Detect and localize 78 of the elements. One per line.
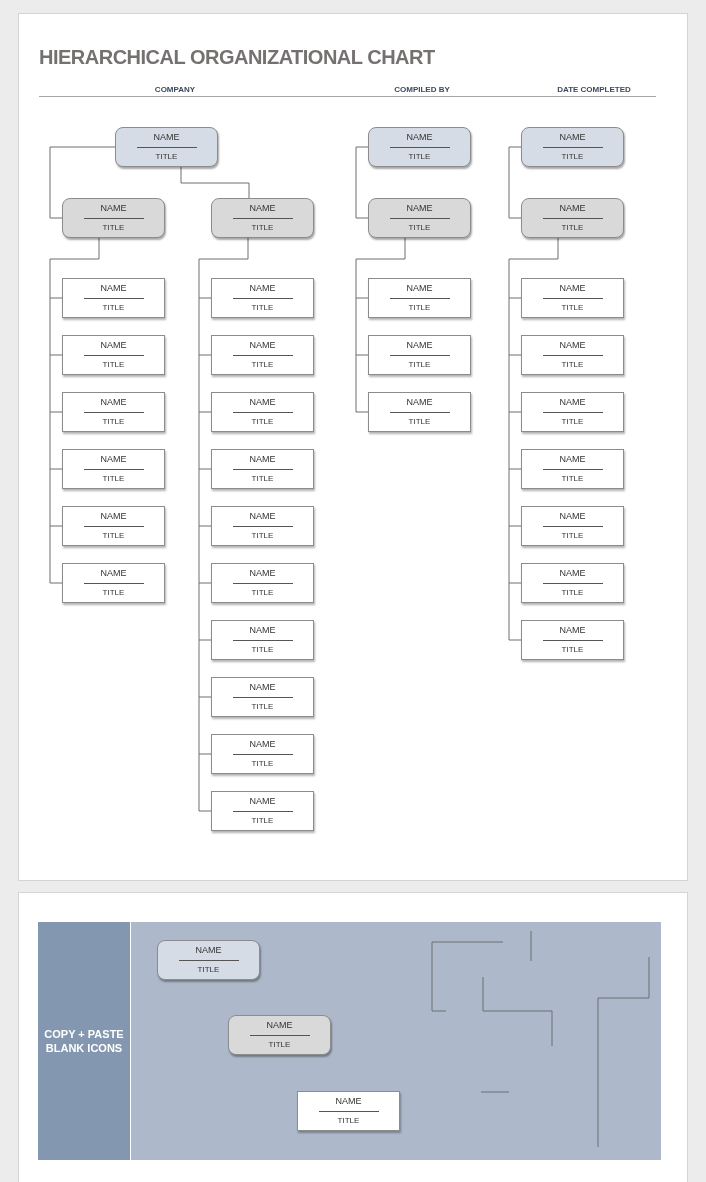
node-title: TITLE <box>408 360 431 370</box>
node-name: NAME <box>406 340 433 351</box>
node-name: NAME <box>335 1096 362 1107</box>
node-title: TITLE <box>561 360 584 370</box>
node-title: TITLE <box>102 588 125 598</box>
node-name: NAME <box>266 1020 293 1031</box>
node-name: NAME <box>249 454 276 465</box>
node-title: TITLE <box>561 531 584 541</box>
node-name: NAME <box>100 568 127 579</box>
node-name: NAME <box>100 340 127 351</box>
node-name: NAME <box>249 397 276 408</box>
field-label: COMPILED BY <box>394 84 450 96</box>
node-title: TITLE <box>102 531 125 541</box>
node-title: TITLE <box>251 816 274 826</box>
node-title: TITLE <box>251 474 274 484</box>
node-name: NAME <box>559 511 586 522</box>
node-name: NAME <box>249 625 276 636</box>
node-name: NAME <box>406 203 433 214</box>
node-name: NAME <box>559 340 586 351</box>
node-name: NAME <box>559 397 586 408</box>
node-title: TITLE <box>408 152 431 162</box>
node-title: TITLE <box>251 645 274 655</box>
node-title: TITLE <box>251 303 274 313</box>
field-label: DATE COMPLETED <box>557 84 631 96</box>
field-label: COMPANY <box>154 84 196 96</box>
node-name: NAME <box>100 397 127 408</box>
node-title: TITLE <box>561 417 584 427</box>
node-name: NAME <box>249 511 276 522</box>
node-title: TITLE <box>155 152 178 162</box>
node-title: TITLE <box>561 474 584 484</box>
node-title: TITLE <box>251 702 274 712</box>
node-name: NAME <box>249 203 276 214</box>
node-title: TITLE <box>102 474 125 484</box>
node-name: NAME <box>406 283 433 294</box>
node-name: NAME <box>559 454 586 465</box>
node-name: NAME <box>100 454 127 465</box>
node-title: TITLE <box>102 303 125 313</box>
node-title: TITLE <box>251 223 274 233</box>
node-name: NAME <box>195 945 222 956</box>
chart-heading: HIERARCHICAL ORGANIZATIONAL CHART <box>39 45 435 70</box>
node-name: NAME <box>100 283 127 294</box>
node-name: NAME <box>249 283 276 294</box>
node-name: NAME <box>559 203 586 214</box>
node-title: TITLE <box>268 1040 291 1050</box>
node-name: NAME <box>249 568 276 579</box>
node-name: NAME <box>100 203 127 214</box>
node-title: TITLE <box>251 588 274 598</box>
node-title: TITLE <box>337 1116 360 1126</box>
node-name: NAME <box>249 340 276 351</box>
node-title: TITLE <box>408 223 431 233</box>
node-title: TITLE <box>561 303 584 313</box>
node-title: TITLE <box>251 360 274 370</box>
node-title: TITLE <box>408 417 431 427</box>
copy-paste-label: COPY + PASTE BLANK ICONS <box>43 1027 125 1055</box>
node-title: TITLE <box>251 417 274 427</box>
node-title: TITLE <box>561 645 584 655</box>
node-name: NAME <box>559 132 586 143</box>
node-title: TITLE <box>251 759 274 769</box>
node-title: TITLE <box>102 223 125 233</box>
node-title: TITLE <box>408 303 431 313</box>
node-name: NAME <box>249 796 276 807</box>
node-title: TITLE <box>561 588 584 598</box>
node-name: NAME <box>249 739 276 750</box>
node-title: TITLE <box>561 223 584 233</box>
node-name: NAME <box>559 568 586 579</box>
node-title: TITLE <box>197 965 220 975</box>
node-name: NAME <box>406 397 433 408</box>
node-name: NAME <box>249 682 276 693</box>
node-title: TITLE <box>102 360 125 370</box>
node-name: NAME <box>100 511 127 522</box>
node-name: NAME <box>153 132 180 143</box>
node-title: TITLE <box>102 417 125 427</box>
node-name: NAME <box>559 283 586 294</box>
node-title: TITLE <box>251 531 274 541</box>
node-title: TITLE <box>561 152 584 162</box>
connector-line <box>180 166 250 199</box>
node-name: NAME <box>559 625 586 636</box>
node-name: NAME <box>406 132 433 143</box>
